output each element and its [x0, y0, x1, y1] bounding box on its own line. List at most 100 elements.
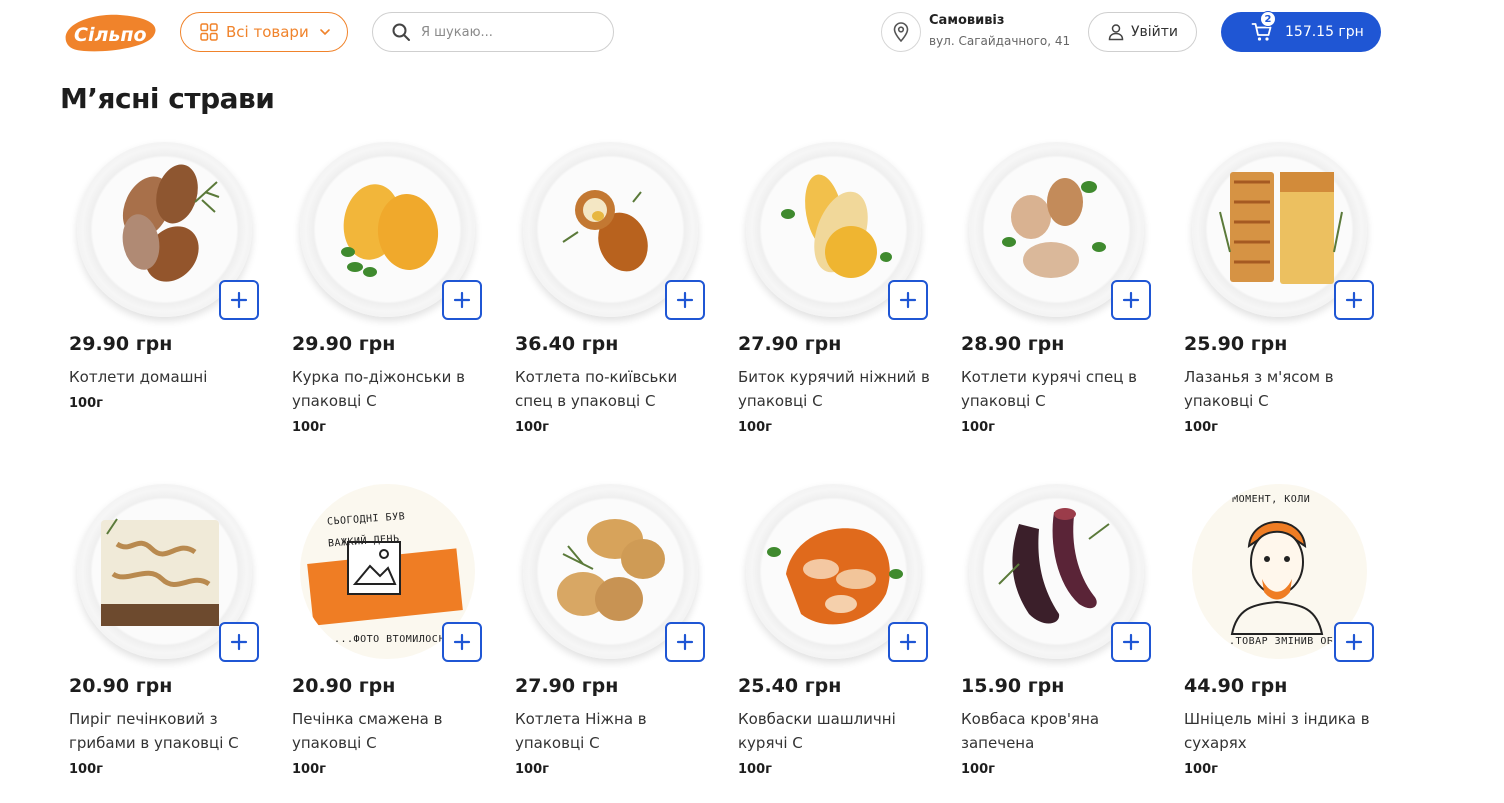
add-to-cart-button[interactable] — [1111, 622, 1151, 662]
product-card[interactable]: 29.90 грн Курка по-діжонськи в упаковці … — [283, 134, 506, 476]
plus-icon — [676, 291, 694, 309]
header: Сільпо Всі товари Самовивіз вул. Сагайда… — [0, 0, 1504, 64]
product-name[interactable]: Ковбаса кров'яна запечена — [961, 707, 1161, 755]
product-card[interactable]: 27.90 грн Биток курячий ніжний в упаковц… — [729, 134, 952, 476]
art-caption: ...ФОТО ВТОМИЛОСЬ — [334, 634, 445, 645]
product-image[interactable]: ТОЙ МОМЕНТ, КОЛИ ...ТОВАР ЗМІНИВ ОБГОРТК… — [1175, 476, 1375, 666]
product-price: 27.90 грн — [515, 675, 619, 697]
silpo-logo[interactable]: Сільпо — [60, 11, 158, 53]
product-image[interactable] — [952, 476, 1152, 666]
add-to-cart-button[interactable] — [1334, 280, 1374, 320]
product-card[interactable]: 25.40 грн Ковбаски шашличні курячі С 100… — [729, 476, 952, 803]
delivery-method: Самовивіз — [929, 13, 1005, 28]
product-image[interactable] — [506, 134, 706, 324]
product-card[interactable]: СЬОГОДНІ БУВ ВАЖКИЙ ДЕНЬ ...ФОТО ВТОМИЛО… — [283, 476, 506, 803]
product-price: 25.40 грн — [738, 675, 842, 697]
product-card[interactable]: 29.90 грн Котлети домашні 100г — [60, 134, 283, 476]
add-to-cart-button[interactable] — [219, 622, 259, 662]
search-input[interactable] — [421, 24, 601, 40]
product-price: 20.90 грн — [69, 675, 173, 697]
product-card[interactable]: 28.90 грн Котлети курячі спец в упаковці… — [952, 134, 1175, 476]
product-name[interactable]: Печінка смажена в упаковці С — [292, 707, 492, 755]
product-card[interactable]: 25.90 грн Лазанья з м'ясом в упаковці С … — [1175, 134, 1398, 476]
add-to-cart-button[interactable] — [888, 622, 928, 662]
product-image[interactable] — [283, 134, 483, 324]
add-to-cart-button[interactable] — [1334, 622, 1374, 662]
plus-icon — [1345, 291, 1363, 309]
product-name[interactable]: Котлети курячі спец в упаковці С — [961, 365, 1161, 413]
plus-icon — [1122, 633, 1140, 651]
art-caption: ТОЙ МОМЕНТ, КОЛИ — [1206, 494, 1311, 505]
add-to-cart-button[interactable] — [442, 280, 482, 320]
product-weight: 100г — [738, 420, 772, 435]
product-name[interactable]: Котлета по-київськи спец в упаковці С — [515, 365, 715, 413]
product-weight: 100г — [69, 396, 103, 411]
search-icon — [392, 23, 410, 41]
product-card[interactable]: 36.40 грн Котлета по-київськи спец в упа… — [506, 134, 729, 476]
product-card[interactable]: 27.90 грн Котлета Ніжна в упаковці С 100… — [506, 476, 729, 803]
add-to-cart-button[interactable] — [665, 622, 705, 662]
grid-icon — [200, 23, 218, 41]
product-name[interactable]: Лазанья з м'ясом в упаковці С — [1184, 365, 1384, 413]
add-to-cart-button[interactable] — [1111, 280, 1151, 320]
plus-icon — [453, 633, 471, 651]
product-image[interactable] — [729, 476, 929, 666]
product-image[interactable] — [729, 134, 929, 324]
cart-total: 157.15 грн — [1285, 24, 1364, 40]
product-image[interactable] — [60, 476, 260, 666]
product-card[interactable]: 15.90 грн Ковбаса кров'яна запечена 100г — [952, 476, 1175, 803]
product-name[interactable]: Шніцель міні з індика в сухарях — [1184, 707, 1384, 755]
product-weight: 100г — [738, 762, 772, 777]
product-weight: 100г — [515, 762, 549, 777]
product-weight: 100г — [1184, 420, 1218, 435]
product-price: 44.90 грн — [1184, 675, 1288, 697]
login-label: Увійти — [1130, 24, 1179, 40]
product-price: 28.90 грн — [961, 333, 1065, 355]
product-price: 29.90 грн — [292, 333, 396, 355]
plus-icon — [1122, 291, 1140, 309]
add-to-cart-button[interactable] — [888, 280, 928, 320]
product-image[interactable] — [506, 476, 706, 666]
product-weight: 100г — [515, 420, 549, 435]
add-to-cart-button[interactable] — [442, 622, 482, 662]
plus-icon — [1345, 633, 1363, 651]
chevron-down-icon — [319, 29, 330, 36]
product-weight: 100г — [292, 762, 326, 777]
product-price: 20.90 грн — [292, 675, 396, 697]
product-name[interactable]: Пиріг печінковий з грибами в упаковці С — [69, 707, 269, 755]
product-name[interactable]: Котлета Ніжна в упаковці С — [515, 707, 715, 755]
login-button[interactable]: Увійти — [1088, 12, 1197, 52]
product-name[interactable]: Ковбаски шашличні курячі С — [738, 707, 938, 755]
product-grid: 29.90 грн Котлети домашні 100г 29.90 грн… — [60, 134, 1400, 803]
plus-icon — [899, 291, 917, 309]
product-card[interactable]: 20.90 грн Пиріг печінковий з грибами в у… — [60, 476, 283, 803]
product-image[interactable] — [60, 134, 260, 324]
product-image[interactable] — [1175, 134, 1375, 324]
product-name[interactable]: Котлети домашні — [69, 365, 269, 389]
product-weight: 100г — [961, 762, 995, 777]
product-weight: 100г — [1184, 762, 1218, 777]
cart-count-badge: 2 — [1260, 11, 1276, 27]
product-name[interactable]: Биток курячий ніжний в упаковці С — [738, 365, 938, 413]
add-to-cart-button[interactable] — [219, 280, 259, 320]
plus-icon — [230, 291, 248, 309]
all-goods-button[interactable]: Всі товари — [180, 12, 348, 52]
search-box[interactable] — [372, 12, 614, 52]
product-image[interactable]: СЬОГОДНІ БУВ ВАЖКИЙ ДЕНЬ ...ФОТО ВТОМИЛО… — [283, 476, 483, 666]
add-to-cart-button[interactable] — [665, 280, 705, 320]
cart-button[interactable]: 2 157.15 грн — [1221, 11, 1381, 52]
product-weight: 100г — [292, 420, 326, 435]
product-image[interactable] — [952, 134, 1152, 324]
product-price: 29.90 грн — [69, 333, 173, 355]
delivery-info[interactable]: Самовивіз вул. Сагайдачного, 41 — [929, 13, 1070, 49]
plus-icon — [453, 291, 471, 309]
location-pin-icon — [893, 22, 909, 42]
plus-icon — [899, 633, 917, 651]
product-card[interactable]: ТОЙ МОМЕНТ, КОЛИ ...ТОВАР ЗМІНИВ ОБГОРТК… — [1175, 476, 1398, 803]
product-price: 15.90 грн — [961, 675, 1065, 697]
product-name[interactable]: Курка по-діжонськи в упаковці С — [292, 365, 492, 413]
location-button[interactable] — [881, 12, 921, 52]
user-icon — [1108, 24, 1124, 41]
plus-icon — [230, 633, 248, 651]
delivery-address: вул. Сагайдачного, 41 — [929, 34, 1071, 48]
